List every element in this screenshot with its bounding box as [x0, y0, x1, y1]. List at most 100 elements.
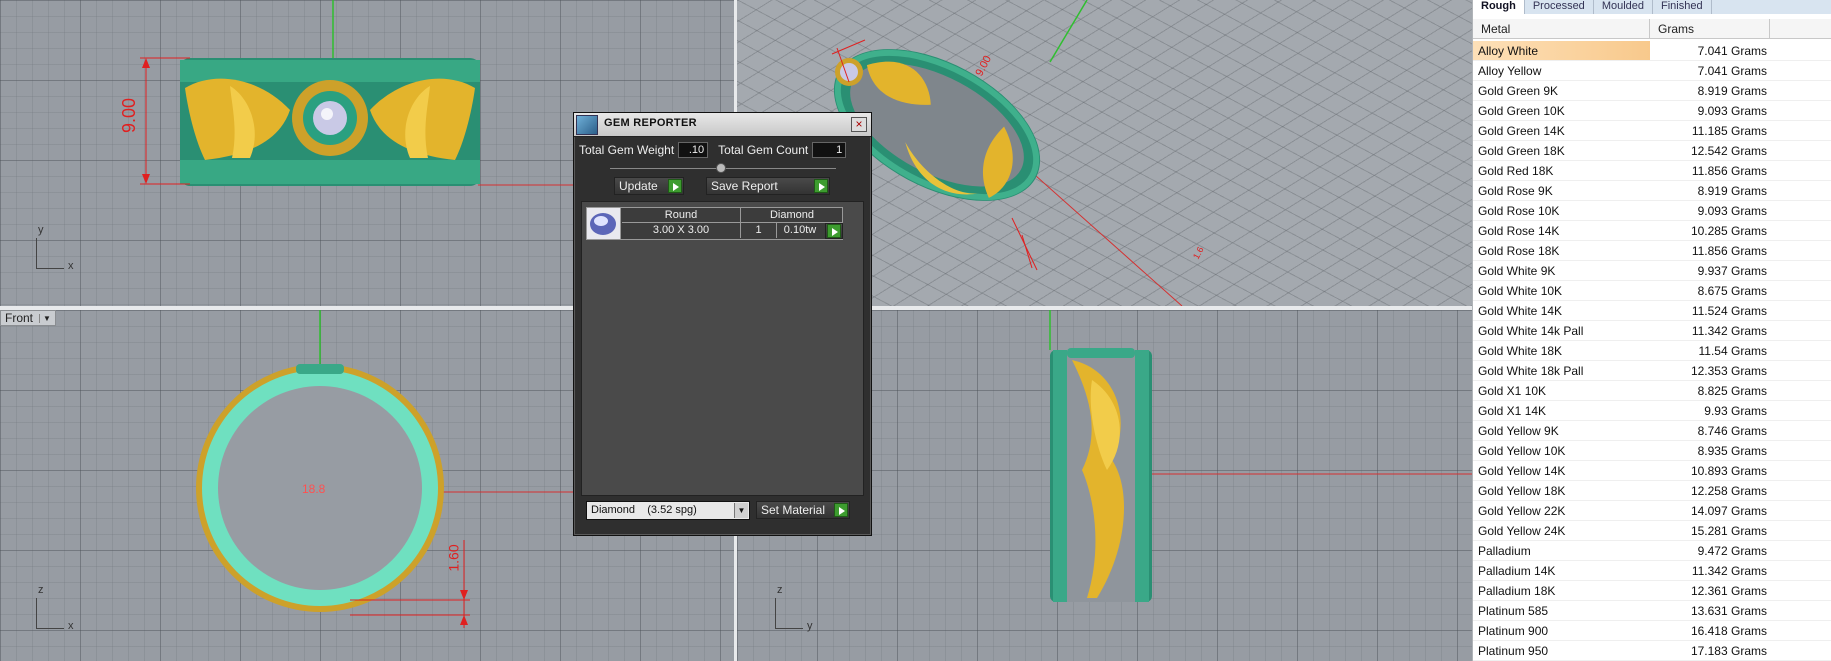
metal-grams: 8.825 Grams [1697, 384, 1767, 398]
column-header-metal[interactable]: Metal [1473, 19, 1650, 38]
table-row[interactable]: Gold White 18K 11.54 Grams [1473, 341, 1831, 361]
axis-y-label: y [38, 224, 44, 236]
gem-shape-header: Round [622, 208, 741, 223]
gem-list[interactable]: Round Diamond 3.00 X 3.00 1 0.10tw [581, 201, 864, 496]
metal-grams: 8.746 Grams [1697, 424, 1767, 438]
metal-name: Gold Green 10K [1478, 104, 1565, 118]
metal-name: Platinum 950 [1478, 644, 1549, 658]
table-row[interactable]: Gold Rose 9K 8.919 Grams [1473, 181, 1831, 201]
table-row[interactable]: Gold Red 18K 11.856 Grams [1473, 161, 1831, 181]
axis-z-label: z [38, 584, 44, 596]
metal-name: Gold White 14k Pall [1478, 324, 1584, 338]
gem-list-item[interactable]: Round Diamond 3.00 X 3.00 1 0.10tw [586, 207, 843, 240]
gem-reporter-icon [576, 115, 598, 135]
table-row[interactable]: Platinum 950 17.183 Grams [1473, 641, 1831, 661]
metal-name: Alloy White [1473, 41, 1650, 60]
axis-indicator-top: y x [34, 224, 84, 272]
material-select[interactable]: Diamond (3.52 spg) ▼ [586, 501, 750, 520]
total-weight-label: Total Gem Weight [579, 143, 675, 157]
metal-grams: 11.856 Grams [1691, 164, 1767, 178]
play-icon [827, 224, 841, 238]
metal-grams: 13.631 Grams [1690, 604, 1767, 618]
table-row[interactable]: Gold White 14k Pall 11.342 Grams [1473, 321, 1831, 341]
table-row[interactable]: Gold Green 10K 9.093 Grams [1473, 101, 1831, 121]
metal-name: Gold Red 18K [1478, 164, 1554, 178]
table-row[interactable]: Gold Yellow 14K 10.893 Grams [1473, 461, 1831, 481]
metal-table-body: Alloy White 7.041 Grams Alloy Yellow 7.041 … [1473, 41, 1831, 661]
table-row[interactable]: Gold X1 10K 8.825 Grams [1473, 381, 1831, 401]
metal-name: Palladium 14K [1478, 564, 1556, 578]
table-row[interactable]: Gold Yellow 24K 15.281 Grams [1473, 521, 1831, 541]
table-row[interactable]: Gold White 14K 11.524 Grams [1473, 301, 1831, 321]
gem-type-header: Diamond [741, 208, 843, 223]
metal-tabs: Rough Processed Moulded Finished [1473, 0, 1831, 14]
table-row[interactable]: Gold Rose 18K 11.856 Grams [1473, 241, 1831, 261]
splitter-handle[interactable] [716, 163, 726, 173]
table-row[interactable]: Gold Green 18K 12.542 Grams [1473, 141, 1831, 161]
table-row[interactable]: Palladium 14K 11.342 Grams [1473, 561, 1831, 581]
close-button[interactable]: × [851, 117, 867, 132]
metal-name: Gold Yellow 18K [1478, 484, 1566, 498]
table-row[interactable]: Gold White 18k Pall 12.353 Grams [1473, 361, 1831, 381]
tab-moulded[interactable]: Moulded [1594, 0, 1654, 14]
table-row[interactable]: Alloy White 7.041 Grams [1473, 41, 1831, 61]
total-count-field[interactable]: 1 [812, 142, 847, 158]
metal-grams: 12.542 Grams [1690, 144, 1767, 158]
table-row[interactable]: Alloy Yellow 7.041 Grams [1473, 61, 1831, 81]
update-button-label: Update [619, 179, 658, 193]
table-row[interactable]: Platinum 900 16.418 Grams [1473, 621, 1831, 641]
metal-weight-panel: Rough Processed Moulded Finished Metal G… [1472, 0, 1831, 661]
dialog-titlebar[interactable]: GEM REPORTER × [574, 113, 871, 137]
metal-grams: 8.919 Grams [1697, 184, 1767, 198]
metal-grams: 12.353 Grams [1690, 364, 1767, 378]
table-row[interactable]: Gold Yellow 22K 14.097 Grams [1473, 501, 1831, 521]
metal-grams: 11.342 Grams [1691, 564, 1767, 578]
table-row[interactable]: Gold X1 14K 9.93 Grams [1473, 401, 1831, 421]
metal-grams: 9.472 Grams [1697, 544, 1767, 558]
metal-grams: 9.093 Grams [1697, 104, 1767, 118]
round-gem-icon [587, 208, 621, 239]
table-row[interactable]: Gold Green 14K 11.185 Grams [1473, 121, 1831, 141]
table-row[interactable]: Gold Yellow 18K 12.258 Grams [1473, 481, 1831, 501]
table-row[interactable]: Gold Green 9K 8.919 Grams [1473, 81, 1831, 101]
table-row[interactable]: Palladium 18K 12.361 Grams [1473, 581, 1831, 601]
viewport-label-front[interactable]: Front ▼ [0, 310, 56, 326]
metal-name: Gold Yellow 9K [1478, 424, 1559, 438]
tab-finished[interactable]: Finished [1653, 0, 1712, 14]
metal-name: Gold Rose 10K [1478, 204, 1560, 218]
total-weight-field[interactable]: .10 [678, 142, 709, 158]
axis-indicator-front: z x [34, 584, 84, 632]
tab-rough[interactable]: Rough [1473, 0, 1525, 14]
table-row[interactable]: Gold White 10K 8.675 Grams [1473, 281, 1831, 301]
update-button[interactable]: Update [614, 177, 684, 195]
totals-row: Total Gem Weight .10 Total Gem Count 1 [579, 142, 847, 158]
front-dimension-ring: 18.8 [302, 482, 326, 496]
gem-detail-button[interactable] [825, 223, 843, 239]
viewport-name: Front [5, 311, 34, 325]
tab-processed[interactable]: Processed [1525, 0, 1594, 14]
set-material-button[interactable]: Set Material [756, 501, 850, 519]
metal-grams: 11.185 Grams [1691, 124, 1767, 138]
table-row[interactable]: Palladium 9.472 Grams [1473, 541, 1831, 561]
play-icon [814, 179, 828, 193]
metal-name: Platinum 585 [1478, 604, 1549, 618]
metal-name: Gold Yellow 10K [1478, 444, 1566, 458]
table-row[interactable]: Gold White 9K 9.937 Grams [1473, 261, 1831, 281]
table-row[interactable]: Gold Yellow 10K 8.935 Grams [1473, 441, 1831, 461]
save-report-button[interactable]: Save Report [706, 177, 830, 195]
table-row[interactable]: Gold Yellow 9K 8.746 Grams [1473, 421, 1831, 441]
metal-grams: 10.285 Grams [1690, 224, 1767, 238]
chevron-down-icon[interactable]: ▼ [734, 503, 748, 518]
metal-grams: 16.418 Grams [1690, 624, 1767, 638]
table-row[interactable]: Platinum 585 13.631 Grams [1473, 601, 1831, 621]
table-row[interactable]: Gold Rose 14K 10.285 Grams [1473, 221, 1831, 241]
axis-indicator-right: z y [773, 584, 823, 632]
metal-grams: 11.54 Grams [1698, 344, 1767, 358]
metal-name: Gold White 18K [1478, 344, 1563, 358]
chevron-down-icon[interactable]: ▼ [39, 313, 51, 323]
metal-name: Gold White 10K [1478, 284, 1563, 298]
material-select-value: Diamond (3.52 spg) [591, 504, 697, 516]
table-row[interactable]: Gold Rose 10K 9.093 Grams [1473, 201, 1831, 221]
metal-grams: 9.093 Grams [1697, 204, 1767, 218]
column-header-grams[interactable]: Grams [1650, 19, 1770, 38]
